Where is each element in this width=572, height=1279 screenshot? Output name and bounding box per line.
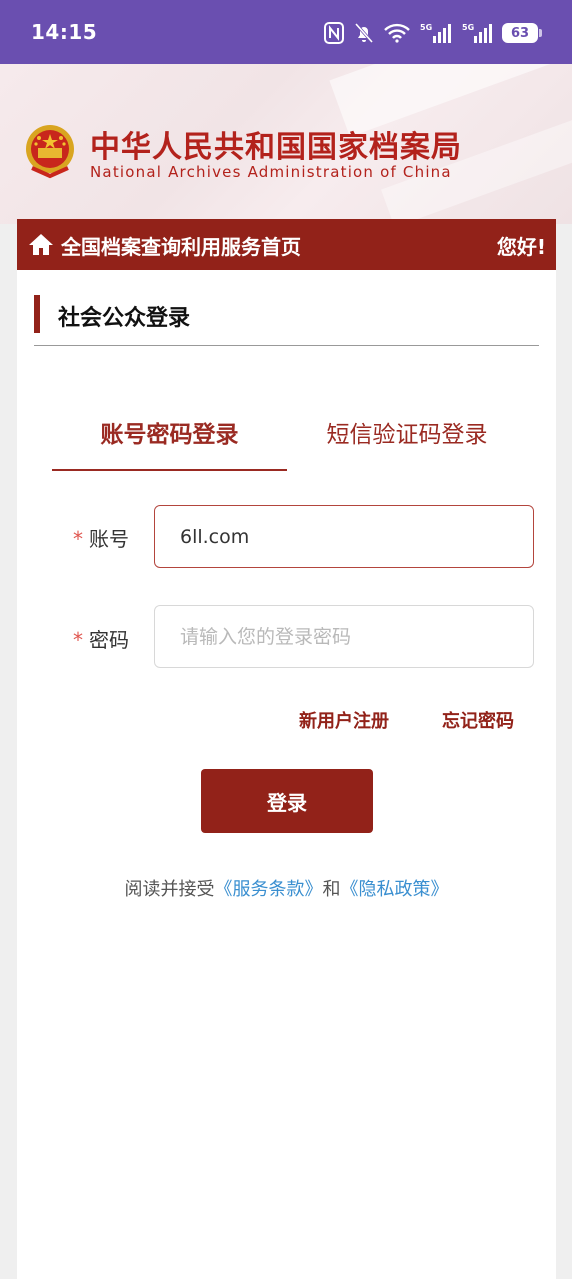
agreement-and: 和 xyxy=(322,879,341,900)
section-divider xyxy=(34,345,539,346)
section-title: 社会公众登录 xyxy=(58,306,191,331)
org-title: 中华人民共和国国家档案局 xyxy=(90,130,462,165)
section-accent-bar xyxy=(34,295,40,333)
forgot-password-link[interactable]: 忘记密码 xyxy=(442,707,514,733)
agreement-prefix: 阅读并接受 xyxy=(124,879,215,900)
signal-5g-icon-2: 5G xyxy=(462,22,492,44)
privacy-link[interactable]: 《隐私政策》 xyxy=(341,879,449,900)
home-icon[interactable] xyxy=(28,232,54,256)
nav-bar: 全国档案查询利用服务首页 您好! xyxy=(17,219,556,270)
status-icons: 5G 5G 63 xyxy=(324,20,542,46)
nav-greeting: 您好! xyxy=(496,235,546,259)
header-banner: 中华人民共和国国家档案局 National Archives Administr… xyxy=(0,64,572,224)
wifi-icon xyxy=(384,23,410,43)
register-link[interactable]: 新用户注册 xyxy=(299,707,389,733)
password-label: * 密码 xyxy=(73,624,129,653)
bell-muted-icon xyxy=(354,22,374,44)
national-emblem-icon xyxy=(22,122,78,180)
svg-text:5G: 5G xyxy=(420,23,432,32)
account-label: * 账号 xyxy=(73,523,129,552)
account-input[interactable] xyxy=(154,505,534,568)
status-time: 14:15 xyxy=(31,20,98,44)
nav-home-link[interactable]: 全国档案查询利用服务首页 xyxy=(61,231,301,260)
nfc-icon xyxy=(324,22,344,44)
svg-text:5G: 5G xyxy=(462,23,474,32)
login-button[interactable]: 登录 xyxy=(201,769,373,833)
required-mark: * xyxy=(73,527,83,551)
agreement-text: 阅读并接受《服务条款》和《隐私政策》 xyxy=(17,875,556,901)
status-bar: 14:15 5G 5G 63 xyxy=(0,0,572,64)
tab-password-login[interactable]: 账号密码登录 xyxy=(52,415,287,471)
battery-icon: 63 xyxy=(502,23,542,43)
signal-5g-icon: 5G xyxy=(420,22,452,44)
tab-sms-login[interactable]: 短信验证码登录 xyxy=(297,415,517,471)
terms-link[interactable]: 《服务条款》 xyxy=(215,879,323,900)
required-mark-2: * xyxy=(73,628,83,652)
login-panel: 全国档案查询利用服务首页 您好! 社会公众登录 账号密码登录 短信验证码登录 *… xyxy=(17,219,556,1279)
password-label-text: 密码 xyxy=(89,628,129,652)
password-input[interactable] xyxy=(154,605,534,668)
org-subtitle: National Archives Administration of Chin… xyxy=(90,163,452,181)
account-label-text: 账号 xyxy=(89,527,129,551)
